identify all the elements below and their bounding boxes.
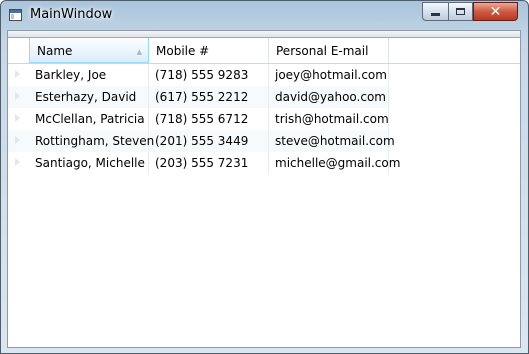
title-bar[interactable]: MainWindow ✕ — [1, 1, 528, 29]
app-window-icon[interactable] — [9, 9, 22, 21]
maximize-button[interactable] — [448, 2, 473, 21]
cell-email[interactable]: joey@hotmail.com — [269, 64, 389, 86]
cell-mobile[interactable]: (718) 555 9283 — [149, 64, 269, 86]
cell-email[interactable]: david@yahoo.com — [269, 86, 389, 108]
row-header[interactable] — [8, 108, 29, 130]
client-area: Name ▲ Mobile # Personal E-mail Barkley,… — [7, 30, 521, 348]
table-row[interactable]: Santiago, Michelle (203) 555 7231 michel… — [8, 152, 400, 174]
minimize-button[interactable] — [422, 2, 448, 21]
table-row[interactable]: Rottingham, Steven (201) 555 3449 steve@… — [8, 130, 395, 152]
cell-mobile[interactable]: (201) 555 3449 — [149, 130, 269, 152]
sort-indicator-icon: ▲ — [136, 48, 142, 56]
row-header[interactable] — [8, 130, 29, 152]
cell-email[interactable]: trish@hotmail.com — [269, 108, 389, 130]
cell-email[interactable]: steve@hotmail.com — [269, 130, 395, 152]
cell-name[interactable]: Rottingham, Steven — [29, 130, 154, 152]
column-header-label: Personal E-mail — [276, 44, 369, 58]
cell-email[interactable]: michelle@gmail.com — [269, 152, 400, 174]
column-header-name[interactable]: Name ▲ — [29, 38, 149, 63]
minimize-icon — [431, 13, 440, 16]
cell-mobile[interactable]: (203) 555 7231 — [149, 152, 269, 174]
column-header-email[interactable]: Personal E-mail — [269, 38, 389, 63]
row-header[interactable] — [8, 152, 29, 174]
column-header-label: Name — [37, 44, 73, 58]
table-row[interactable]: Esterhazy, David (617) 555 2212 david@ya… — [8, 86, 390, 108]
cell-name[interactable]: Esterhazy, David — [29, 86, 149, 108]
cell-name[interactable]: McClellan, Patricia — [29, 108, 149, 130]
column-header-mobile[interactable]: Mobile # — [149, 38, 269, 63]
row-header[interactable] — [8, 86, 29, 108]
table-row[interactable]: Barkley, Joe (718) 555 9283 joey@hotmail… — [8, 64, 390, 86]
column-header-label: Mobile # — [156, 44, 210, 58]
grid-header-row: Name ▲ Mobile # Personal E-mail — [8, 38, 520, 64]
window-title: MainWindow — [30, 7, 113, 22]
cell-name[interactable]: Santiago, Michelle — [29, 152, 149, 174]
cell-mobile[interactable]: (617) 555 2212 — [149, 86, 269, 108]
grid-top-edge — [8, 31, 520, 38]
cell-mobile[interactable]: (718) 555 6712 — [149, 108, 269, 130]
main-window: MainWindow ✕ Name ▲ Mobile # Personal E-… — [0, 0, 529, 354]
close-button[interactable]: ✕ — [473, 2, 518, 21]
table-row[interactable]: McClellan, Patricia (718) 555 6712 trish… — [8, 108, 390, 130]
cell-name[interactable]: Barkley, Joe — [29, 64, 149, 86]
close-icon: ✕ — [489, 3, 502, 20]
row-header[interactable] — [8, 64, 29, 86]
maximize-icon — [456, 8, 465, 15]
